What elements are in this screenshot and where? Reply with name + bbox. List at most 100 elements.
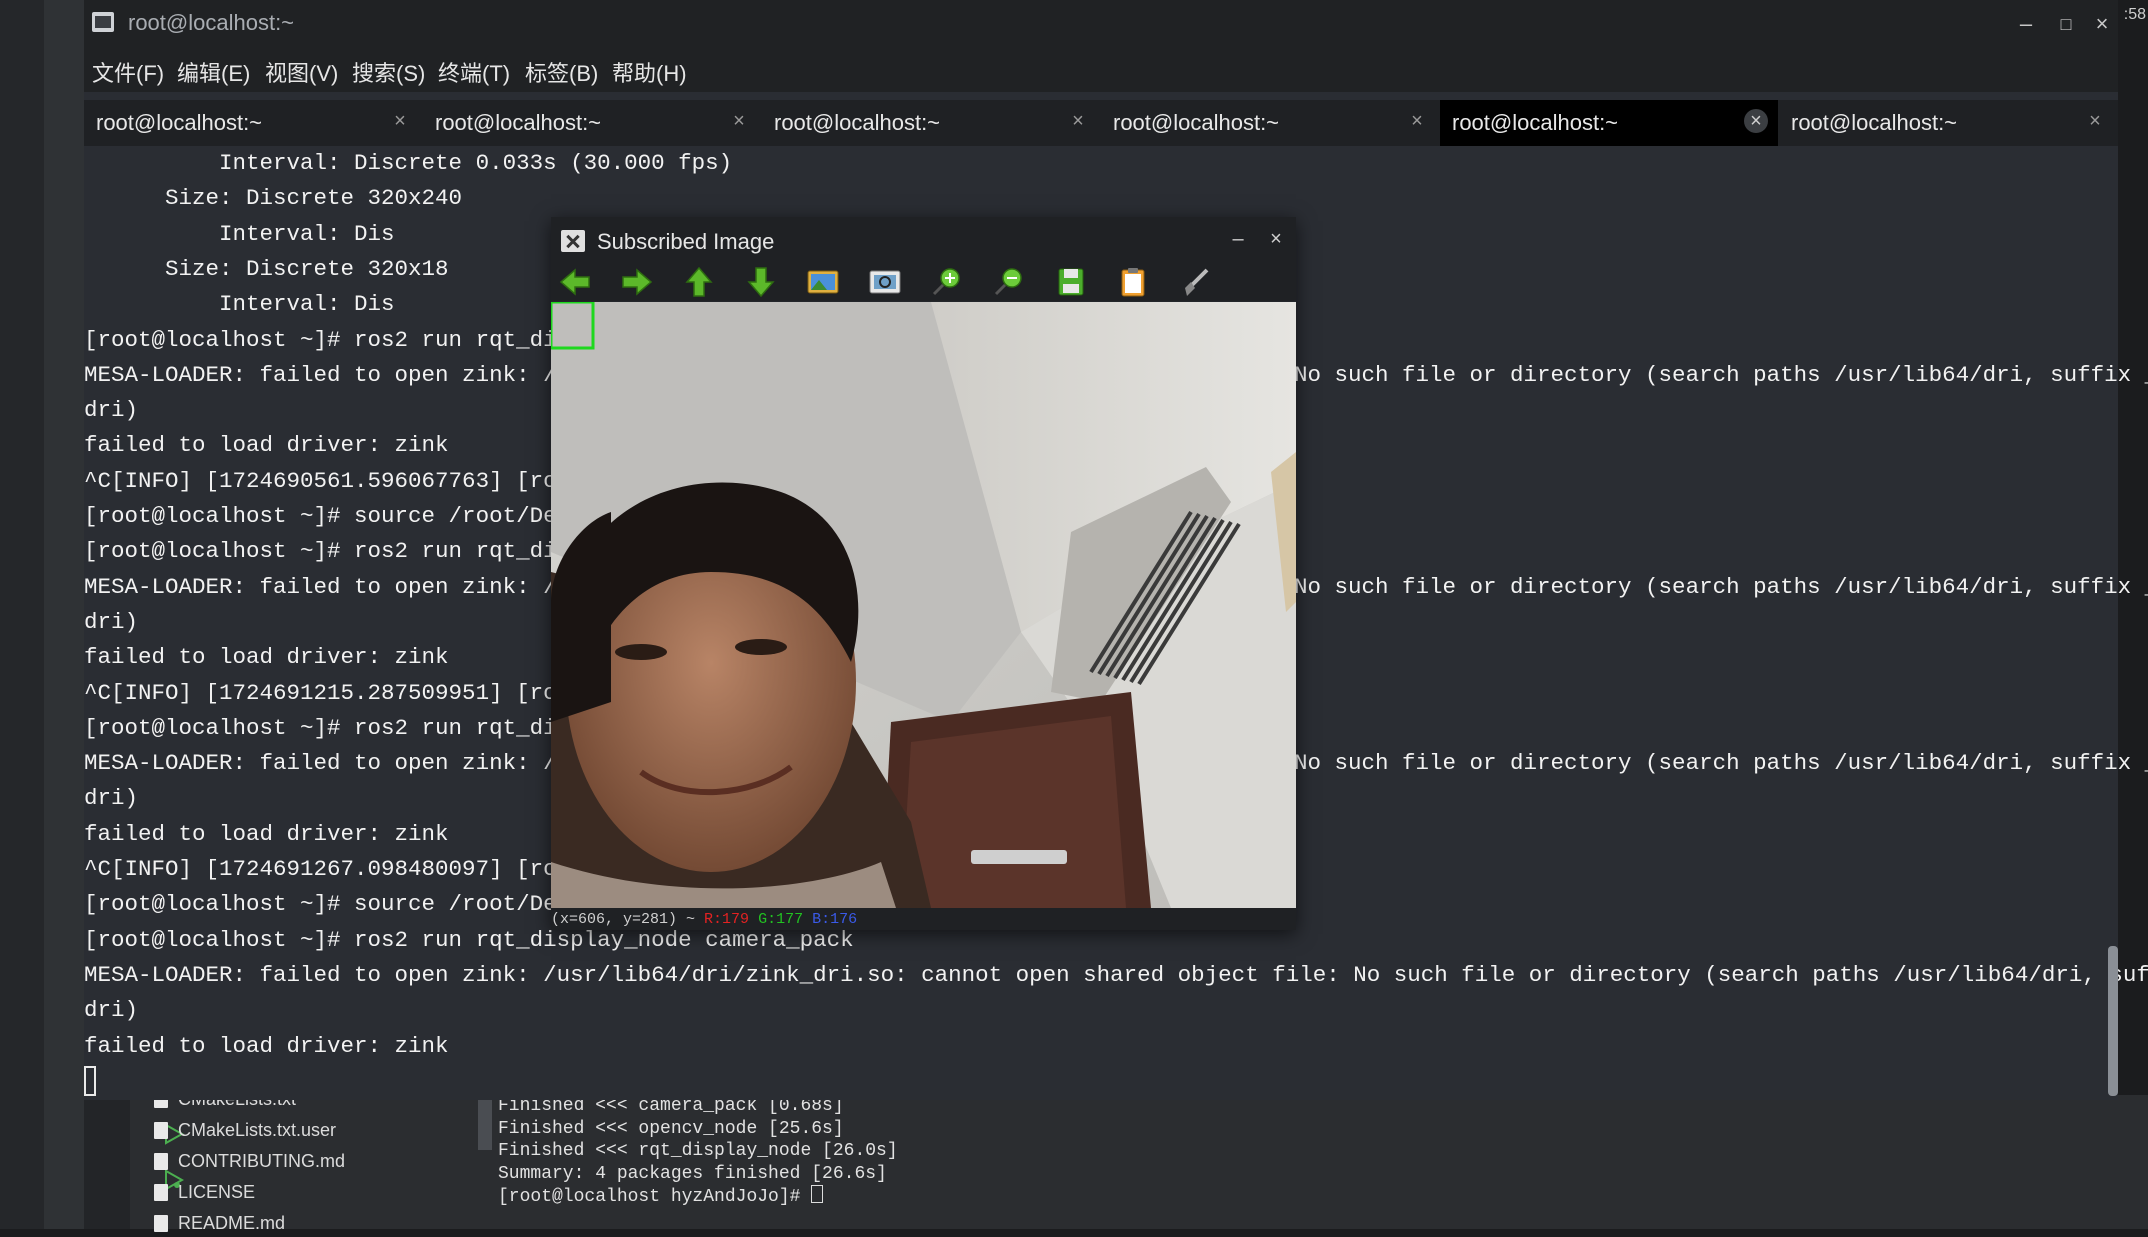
terminal-line-text: dri) <box>84 608 139 635</box>
save-icon[interactable] <box>1053 266 1089 298</box>
zoom-out-icon[interactable] <box>991 266 1027 298</box>
output-line: Finished <<< opencv_node [25.6s] <box>498 1118 844 1139</box>
tab-label: root@localhost:~ <box>1113 110 1280 135</box>
desktop-left-strip <box>0 0 44 1229</box>
viewer-title: Subscribed Image <box>597 229 775 254</box>
terminal-menubar: 文件(F) 编辑(E) 视图(V) 搜索(S) 终端(T) 标签(B) 帮助(H… <box>84 48 2118 92</box>
arrow-up-icon[interactable] <box>681 266 717 298</box>
terminal-line-text-right: No such file or directory (search paths … <box>1294 361 2148 388</box>
tab-close-icon[interactable]: × <box>1744 109 1768 133</box>
tree-item[interactable]: LICENSE <box>154 1178 255 1206</box>
terminal-tab[interactable]: root@localhost:~ × <box>1101 100 1439 146</box>
viewer-toolbar <box>551 263 1296 301</box>
tree-item[interactable]: CONTRIBUTING.md <box>154 1147 345 1175</box>
terminal-line-text: MESA-LOADER: failed to open zink: /us <box>84 361 584 388</box>
terminal-line-text: failed to load driver: zink <box>84 1032 449 1059</box>
terminal-tab[interactable]: root@localhost:~ × <box>423 100 761 146</box>
terminal-line: ^C[INFO] [1724691215.287509951] [rcl <box>84 676 570 710</box>
terminal-line: [root@localhost ~]# ros2 run rqt_disp <box>84 534 584 568</box>
fit-image-icon[interactable] <box>867 266 903 298</box>
arrow-left-icon[interactable] <box>557 266 593 298</box>
menu-terminal[interactable]: 终端(T) <box>438 56 510 88</box>
ide-side-panel <box>44 0 84 1229</box>
tab-label: root@localhost:~ <box>1791 110 1958 135</box>
clipboard-icon[interactable] <box>1115 266 1151 298</box>
arrow-down-icon[interactable] <box>743 266 779 298</box>
zoom-in-icon[interactable] <box>929 266 965 298</box>
terminal-line-text: [root@localhost ~]# ros2 run rqt_disp <box>84 714 584 741</box>
terminal-line-text: failed to load driver: zink <box>84 820 449 847</box>
arrow-right-icon[interactable] <box>619 266 655 298</box>
file-icon <box>154 1121 168 1139</box>
terminal-line-text: MESA-LOADER: failed to open zink: /usr/l… <box>84 961 2148 988</box>
terminal-tab[interactable]: root@localhost:~ × <box>84 100 422 146</box>
terminal-line: MESA-LOADER: failed to open zink: /us <box>84 358 584 392</box>
terminal-line: failed to load driver: zink <box>84 817 449 851</box>
ide-run-gutter <box>84 1095 184 1229</box>
terminal-line-text: failed to load driver: zink <box>84 644 449 671</box>
output-line: [root@localhost hyzAndJoJo]# <box>498 1185 1398 1209</box>
terminal-line-text: failed to load driver: zink <box>84 432 449 459</box>
viewer-titlebar[interactable]: Subscribed Image – × <box>551 217 1296 263</box>
tab-close-icon[interactable]: × <box>388 109 412 133</box>
terminal-line-text: Size: Discrete 320x240 <box>84 185 463 212</box>
menu-search[interactable]: 搜索(S) <box>352 56 425 88</box>
terminal-line: Size: Discrete 320x18 <box>84 252 449 286</box>
close-button[interactable]: × <box>2086 8 2118 40</box>
tree-item[interactable]: README.md <box>154 1209 285 1237</box>
terminal-line-text: Interval: Discrete 0.033s (30.000 fps) <box>84 150 733 176</box>
tab-close-icon[interactable]: × <box>1066 109 1090 133</box>
terminal-line-text: dri) <box>84 997 139 1024</box>
image-icon[interactable] <box>805 266 841 298</box>
tree-item[interactable]: CMakeLists.txt.user <box>154 1116 336 1144</box>
tab-close-icon[interactable]: × <box>1405 109 1429 133</box>
terminal-scrollbar[interactable] <box>2108 946 2118 1096</box>
terminal-line: dri) <box>84 605 138 639</box>
viewer-close-button[interactable]: × <box>1262 225 1290 253</box>
terminal-line-text: dri) <box>84 397 139 424</box>
terminal-line: dri) <box>84 393 138 427</box>
image-viewer-window[interactable]: Subscribed Image – × (x=606, y=281) ~ R:… <box>551 217 1296 930</box>
tab-close-icon[interactable]: × <box>2083 109 2107 133</box>
x-app-icon <box>561 230 585 252</box>
maximize-button[interactable]: □ <box>2050 8 2082 40</box>
webcam-frame <box>551 302 1296 908</box>
terminal-line: failed to load driver: zink <box>84 1029 449 1063</box>
terminal-titlebar[interactable]: root@localhost:~ – □ × <box>84 0 2118 48</box>
menu-file[interactable]: 文件(F) <box>92 56 164 88</box>
tab-label: root@localhost:~ <box>96 110 263 135</box>
terminal-tab[interactable]: root@localhost:~ × <box>1779 100 2117 146</box>
tree-scrollbar[interactable] <box>478 1100 492 1150</box>
terminal-tab-active[interactable]: root@localhost:~ × <box>1440 100 1778 146</box>
pixel-blue-value: B:176 <box>812 911 858 928</box>
terminal-line: ^C[INFO] [1724690561.596067763] [rcl <box>84 464 570 498</box>
pixel-green-value: G:177 <box>758 911 804 928</box>
terminal-line-text: MESA-LOADER: failed to open zink: /us <box>84 573 584 600</box>
terminal-line: Size: Discrete 320x240 <box>84 181 462 215</box>
menu-help[interactable]: 帮助(H) <box>612 56 687 88</box>
file-icon <box>154 1183 168 1201</box>
terminal-line-text: [root@localhost ~]# ros2 run rqt_disp <box>84 326 584 353</box>
terminal-line: [root@localhost ~]# source /root/Desk <box>84 499 584 533</box>
terminal-line-text: dri) <box>84 785 139 812</box>
camera-image[interactable] <box>551 302 1296 908</box>
pixel-coords: (x=606, y=281) ~ <box>551 911 696 928</box>
terminal-line: Interval: Dis <box>84 287 395 321</box>
terminal-cursor <box>84 1066 96 1096</box>
menu-view[interactable]: 视图(V) <box>265 56 338 88</box>
terminal-tab[interactable]: root@localhost:~ × <box>762 100 1100 146</box>
output-line: Finished <<< rqt_display_node [26.0s] <box>498 1141 898 1161</box>
terminal-line: failed to load driver: zink <box>84 428 449 462</box>
brush-icon[interactable] <box>1177 266 1213 298</box>
ide-cursor <box>811 1185 824 1203</box>
viewer-minimize-button[interactable]: – <box>1224 225 1252 253</box>
terminal-line-text: [root@localhost ~]# ros2 run rqt_disp <box>84 538 584 565</box>
terminal-line-text: MESA-LOADER: failed to open zink: /us <box>84 750 584 777</box>
menu-edit[interactable]: 编辑(E) <box>177 56 250 88</box>
tab-close-icon[interactable]: × <box>727 109 751 133</box>
tab-label: root@localhost:~ <box>774 110 941 135</box>
terminal-line: MESA-LOADER: failed to open zink: /us <box>84 570 584 604</box>
menu-tabs[interactable]: 标签(B) <box>525 56 598 88</box>
pixel-red-value: R:179 <box>704 911 750 928</box>
minimize-button[interactable]: – <box>2010 8 2042 40</box>
